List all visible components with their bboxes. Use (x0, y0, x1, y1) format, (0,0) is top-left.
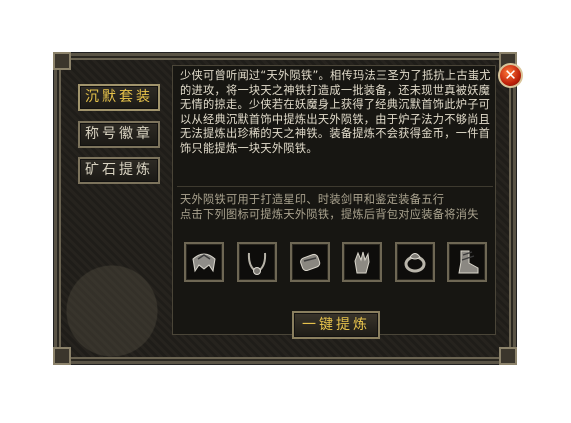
info-line-1: 天外陨铁可用于打造星印、时装剑甲和鉴定装备五行 (180, 193, 445, 206)
frame-corner (53, 52, 71, 70)
equipment-slot-ring[interactable] (395, 242, 435, 282)
frame-corner (53, 347, 71, 365)
tab-silent-set[interactable]: 沉默套装 (78, 84, 160, 111)
equipment-slot-helmet[interactable] (184, 242, 224, 282)
frame-corner (499, 347, 517, 365)
content-area: 少侠可曾听闻过“天外陨铁”。相传玛法三圣为了抵抗上古蚩尤的进攻，将一块天之神铁打… (172, 65, 496, 335)
boots-icon (458, 250, 479, 274)
necklace-icon (247, 252, 267, 275)
description-text: 少侠可曾听闻过“天外陨铁”。相传玛法三圣为了抵抗上古蚩尤的进攻，将一块天之神铁打… (180, 69, 491, 155)
refine-all-button[interactable]: 一键提炼 (292, 311, 380, 339)
close-button[interactable]: ✕ (498, 63, 523, 88)
equipment-slot-necklace[interactable] (237, 242, 277, 282)
divider (177, 186, 493, 187)
gauntlet-icon (354, 251, 370, 274)
equipment-slot-gauntlet[interactable] (342, 242, 382, 282)
ring-icon (404, 253, 426, 273)
tab-title-badge[interactable]: 称号徽章 (78, 121, 160, 148)
equipment-slot-boots[interactable] (447, 242, 487, 282)
equipment-slot-bracelet[interactable] (290, 242, 330, 282)
helmet-icon (192, 253, 216, 273)
bracelet-icon (300, 253, 321, 272)
info-text: 天外陨铁可用于打造星印、时装剑甲和鉴定装备五行 点击下列图标可提炼天外陨铁，提炼… (180, 193, 492, 222)
info-line-2: 点击下列图标可提炼天外陨铁，提炼后背包对应装备将消失 (180, 207, 479, 221)
tab-ore-refine[interactable]: 矿石提炼 (78, 157, 160, 184)
